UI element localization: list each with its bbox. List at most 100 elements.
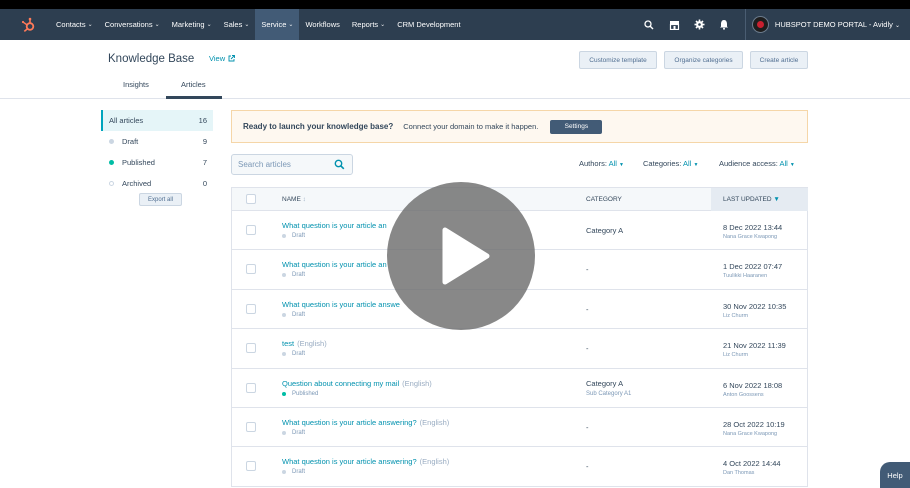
table-row: What question is your article answering?… xyxy=(231,447,808,487)
article-title-link[interactable]: What question is your article an xyxy=(282,221,390,230)
nav-item-label: Conversations xyxy=(104,20,153,29)
sidebar-item-all-articles[interactable]: All articles 16 xyxy=(101,110,213,131)
article-category: - xyxy=(586,265,589,275)
article-category: - xyxy=(586,422,589,432)
search-placeholder: Search articles xyxy=(238,160,291,169)
last-updated-author: Nana Grace Kwapong xyxy=(723,234,778,240)
last-updated-date: 4 Oct 2022 14:44 xyxy=(723,459,781,469)
gear-icon[interactable] xyxy=(687,9,712,40)
nav-item-workflows[interactable]: Workflows xyxy=(299,9,345,40)
status-badge: Draft xyxy=(282,312,305,318)
sidebar-item-label: Published xyxy=(122,158,155,167)
nav-item-label: Contacts xyxy=(56,20,86,29)
last-updated-date: 1 Dec 2022 07:47 xyxy=(723,262,783,272)
last-updated-author: Anton Goossens xyxy=(723,391,764,398)
help-button[interactable]: Help xyxy=(880,462,910,488)
chevron-down-icon: ⌄ xyxy=(154,22,160,28)
nav-item-sales[interactable]: Sales ⌄ xyxy=(218,9,256,40)
sidebar-item-label: Archived xyxy=(122,179,152,188)
row-checkbox[interactable] xyxy=(246,225,256,235)
table-row: Question about connecting my mail (Englis… xyxy=(231,368,808,408)
nav-item-label: Workflows xyxy=(305,20,340,29)
sidebar-item-count: 7 xyxy=(202,158,207,167)
article-language: (English) xyxy=(419,457,450,467)
article-title-link[interactable]: What question is your article answering?… xyxy=(282,418,449,427)
nav-item-service[interactable]: Service ⌄ xyxy=(255,9,300,40)
hubspot-logo-icon[interactable] xyxy=(18,14,40,36)
nav-item-marketing[interactable]: Marketing ⌄ xyxy=(166,9,218,40)
last-updated-author: Tuulikki Haaranen xyxy=(723,273,768,280)
nav-item-crm-development[interactable]: CRM Development xyxy=(391,9,466,40)
view-link[interactable]: View xyxy=(209,54,236,63)
nav-item-reports[interactable]: Reports ⌄ xyxy=(346,9,391,40)
last-updated-date: 30 Nov 2022 10:35 xyxy=(723,301,787,311)
article-title-link[interactable]: What question is your article answering?… xyxy=(282,457,449,466)
audience-access-filter[interactable]: Audience access: All ▼ xyxy=(719,159,795,168)
article-title-link[interactable]: What question is your article answe xyxy=(282,300,403,309)
tab-insights[interactable]: Insights xyxy=(123,80,149,89)
nav-item-contacts[interactable]: Contacts ⌄ xyxy=(50,9,99,40)
status-dot-icon xyxy=(282,312,286,317)
article-category: Category A xyxy=(586,378,624,388)
sidebar-item-published[interactable]: Published 7 xyxy=(101,152,213,173)
chevron-down-icon: ⌄ xyxy=(288,22,294,28)
row-checkbox[interactable] xyxy=(246,343,256,354)
category-column-header: CATEGORY xyxy=(586,196,622,203)
nav-item-label: Marketing xyxy=(171,20,205,29)
last-updated-column-header[interactable]: LAST UPDATED ▼ xyxy=(723,196,780,203)
last-updated-author: Liz Churm xyxy=(723,312,749,319)
customize-template-button[interactable]: Customize template xyxy=(579,51,657,69)
row-checkbox[interactable] xyxy=(246,461,256,472)
sidebar-item-label: Draft xyxy=(122,137,139,146)
banner-title: Ready to launch your knowledge base? xyxy=(243,122,394,131)
article-title-link[interactable]: What question is your article an xyxy=(282,260,390,269)
name-column-header[interactable]: NAME ↕ xyxy=(282,196,306,203)
article-category: - xyxy=(586,344,589,354)
marketplace-icon[interactable] xyxy=(662,9,687,40)
row-checkbox[interactable] xyxy=(246,382,256,393)
nav-item-conversations[interactable]: Conversations ⌄ xyxy=(99,9,166,40)
sidebar-item-count: 16 xyxy=(198,116,207,125)
account-avatar[interactable] xyxy=(751,16,769,33)
nav-divider xyxy=(744,9,746,40)
article-language: (English) xyxy=(402,378,432,388)
external-link-icon xyxy=(228,55,236,62)
export-all-button[interactable]: Export all xyxy=(139,193,182,206)
nav-item-label: Reports xyxy=(351,20,379,29)
article-title-link[interactable]: Question about connecting my mail (Englis… xyxy=(282,379,432,388)
video-play-button[interactable] xyxy=(387,182,535,330)
select-all-checkbox[interactable] xyxy=(246,194,256,204)
last-updated-author: Nana Grace Kwapong xyxy=(723,430,778,437)
status-dot-icon xyxy=(282,234,286,238)
organize-categories-button[interactable]: Organize categories xyxy=(664,51,743,69)
article-title-link[interactable]: test (English) xyxy=(282,339,327,348)
chevron-down-icon: ⌄ xyxy=(206,22,212,28)
row-checkbox[interactable] xyxy=(246,421,256,432)
search-input[interactable]: Search articles xyxy=(231,154,353,175)
categories-filter[interactable]: Categories: All ▼ xyxy=(643,159,698,168)
play-icon xyxy=(442,227,490,285)
table-row: test (English) Draft - 21 Nov 2022 11:39 Liz … xyxy=(231,329,808,369)
page-title: Knowledge Base xyxy=(108,53,195,65)
article-subcategory: Sub Category A1 xyxy=(586,390,632,397)
row-checkbox[interactable] xyxy=(246,264,256,275)
portal-menu[interactable]: HUBSPOT DEMO PORTAL - Avidly ⌄ xyxy=(775,20,900,29)
notifications-bell-icon[interactable] xyxy=(712,9,737,40)
status-badge: Draft xyxy=(282,272,305,278)
article-category: - xyxy=(586,304,589,314)
tab-articles[interactable]: Articles xyxy=(181,80,206,89)
row-checkbox[interactable] xyxy=(246,303,256,314)
sidebar-item-draft[interactable]: Draft 9 xyxy=(101,131,213,152)
search-icon[interactable] xyxy=(637,9,662,40)
settings-button[interactable]: Settings xyxy=(550,119,603,134)
status-dot-icon xyxy=(109,139,114,144)
status-badge: Draft xyxy=(282,351,305,357)
status-dot-icon xyxy=(109,160,114,165)
status-dot-icon xyxy=(282,430,286,435)
last-updated-date: 28 Oct 2022 10:19 xyxy=(723,419,785,429)
sidebar-item-archived[interactable]: Archived 0 xyxy=(101,173,213,194)
status-dot-icon xyxy=(282,352,286,357)
status-dot-icon xyxy=(282,391,286,396)
create-article-button[interactable]: Create article xyxy=(750,51,808,69)
authors-filter[interactable]: Authors: All ▼ xyxy=(579,159,624,168)
